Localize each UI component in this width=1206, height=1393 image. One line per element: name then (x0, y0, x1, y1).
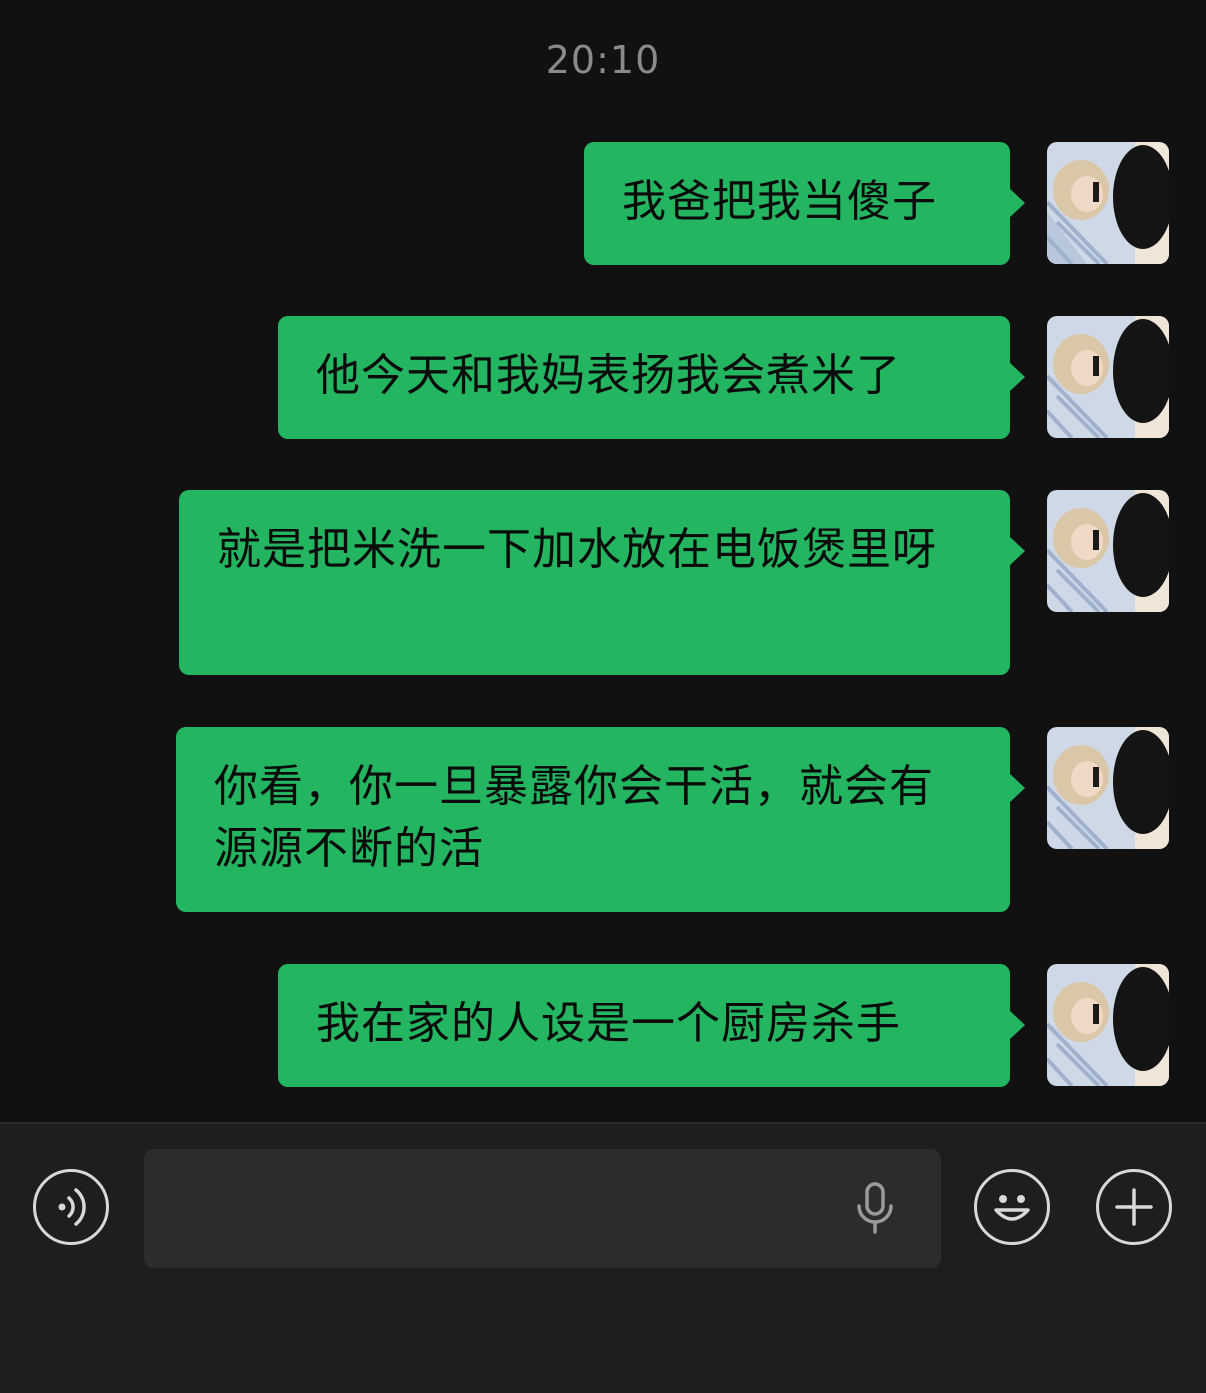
emoji-icon (994, 1195, 1030, 1221)
microphone-icon[interactable] (850, 1180, 900, 1238)
message-bubble[interactable]: 我爸把我当傻子 (584, 142, 1025, 265)
user-avatar[interactable] (1047, 727, 1169, 849)
plus-button[interactable] (1096, 1169, 1172, 1245)
voice-mode-icon (58, 1188, 86, 1226)
input-bar (0, 1122, 1206, 1393)
message-bubble[interactable]: 你看，你一旦暴露你会干活，就会有源源不断的活 (176, 727, 1025, 912)
message-timestamp: 20:10 (545, 38, 661, 82)
voice-mode-button[interactable] (33, 1169, 109, 1245)
message-input[interactable] (144, 1149, 941, 1268)
user-avatar[interactable] (1047, 316, 1169, 438)
user-avatar[interactable] (1047, 490, 1169, 612)
chat-area: 20:10 我爸把我当傻子 他今天和我妈表扬我会煮米了 就是把米洗一下加水放在电… (0, 0, 1206, 1122)
plus-icon (1115, 1188, 1153, 1226)
message-bubble[interactable]: 他今天和我妈表扬我会煮米了 (278, 316, 1025, 439)
user-avatar[interactable] (1047, 142, 1169, 264)
message-bubble[interactable]: 就是把米洗一下加水放在电饭煲里呀 (179, 490, 1025, 675)
emoji-button[interactable] (974, 1169, 1050, 1245)
message-bubble[interactable]: 我在家的人设是一个厨房杀手 (278, 964, 1025, 1087)
user-avatar[interactable] (1047, 964, 1169, 1086)
